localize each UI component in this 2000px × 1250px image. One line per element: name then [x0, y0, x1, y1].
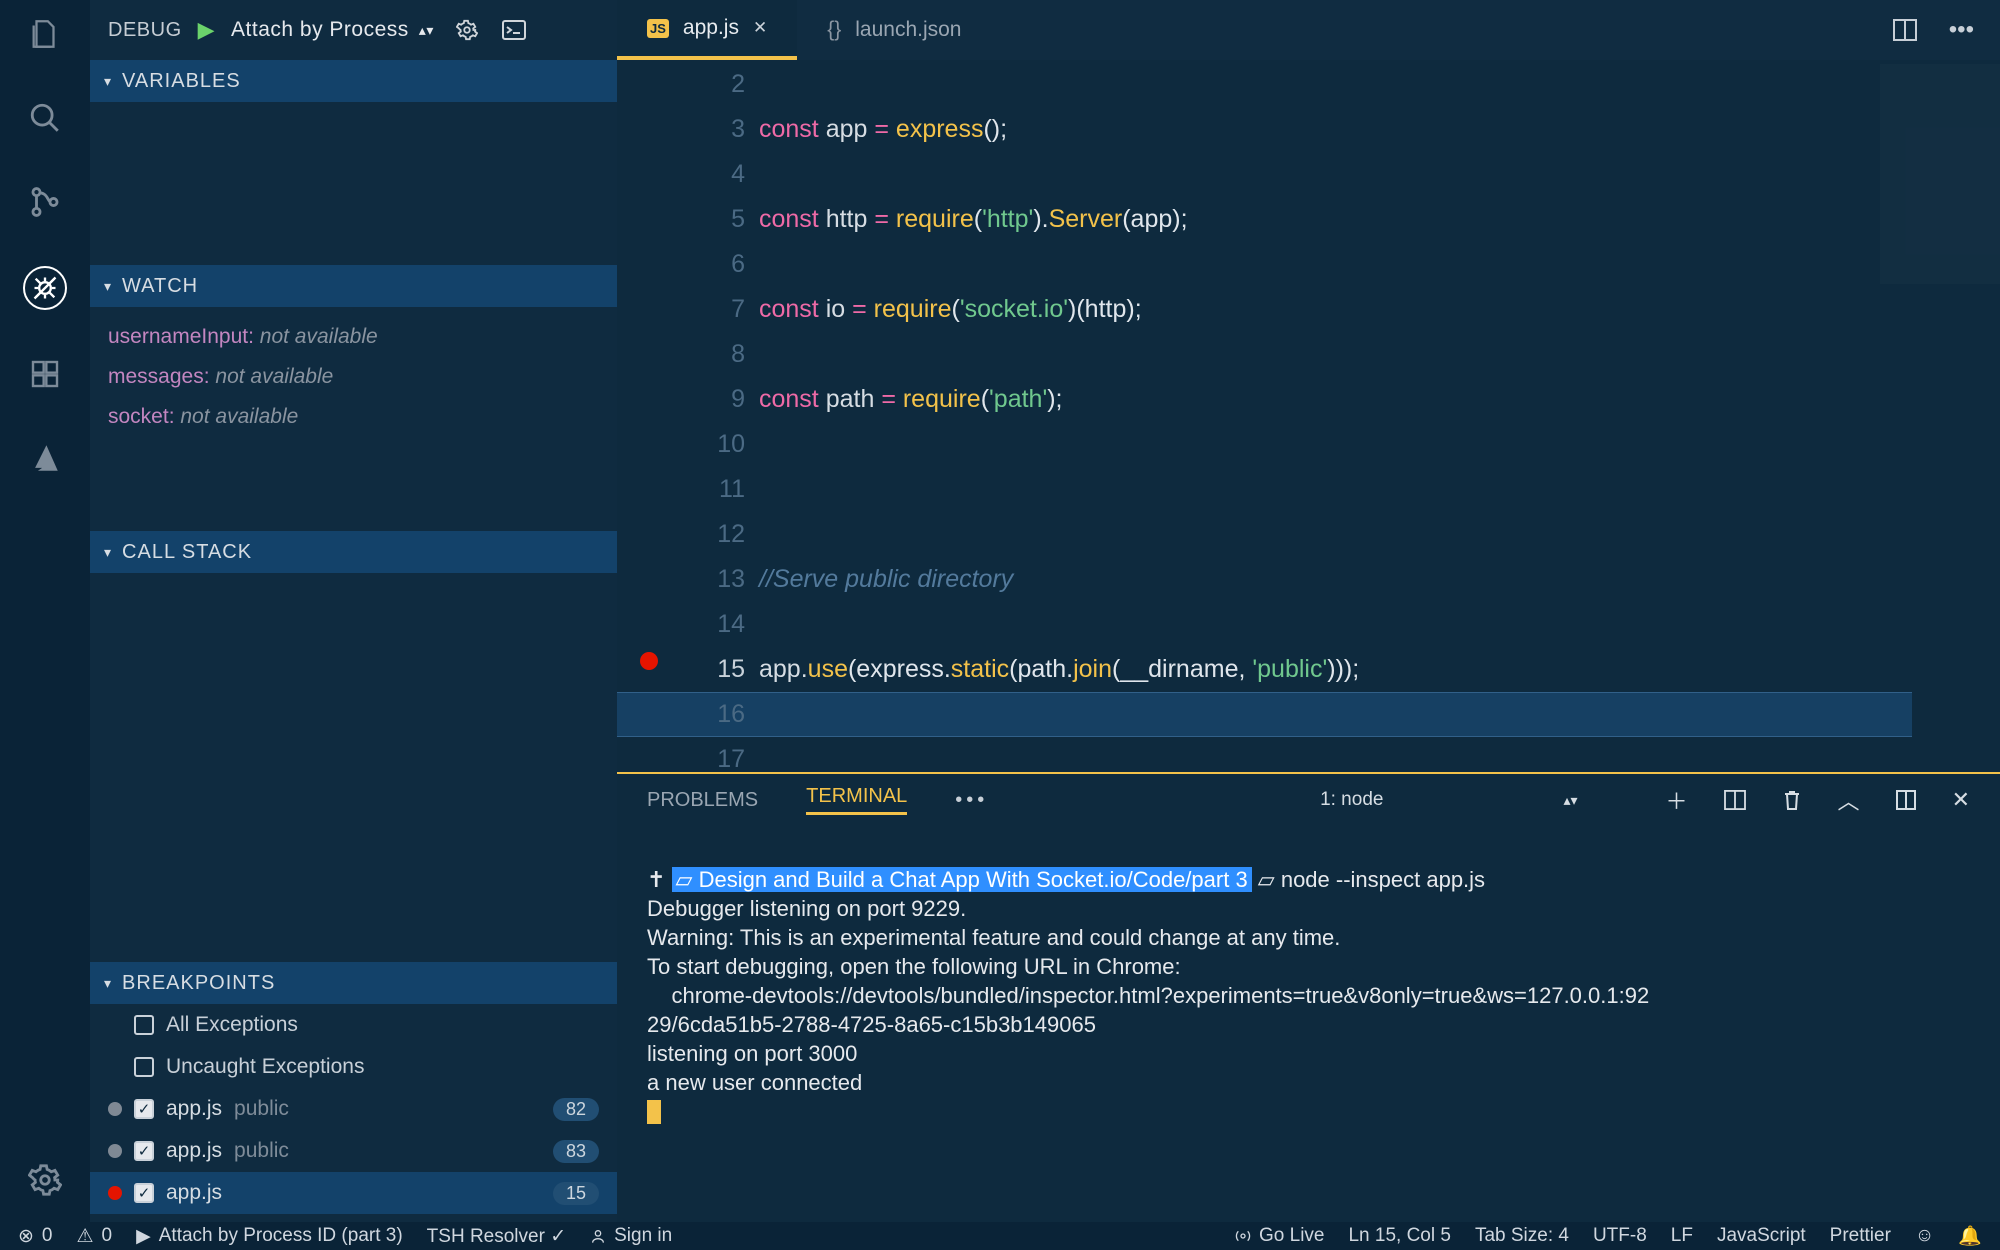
bottom-panel: PROBLEMS TERMINAL ••• 1: node▴▾ ＋ ︿ ✕ ✝ … [617, 772, 2000, 1222]
status-eol[interactable]: LF [1671, 1225, 1693, 1247]
callstack-header[interactable]: ▾CALL STACK [90, 531, 617, 573]
status-cursor-pos[interactable]: Ln 15, Col 5 [1348, 1225, 1450, 1247]
status-language[interactable]: JavaScript [1717, 1225, 1806, 1247]
glyph-margin [617, 60, 681, 772]
panel-maximize-icon[interactable] [1896, 790, 1916, 810]
status-signin[interactable]: Sign in [590, 1225, 672, 1247]
status-debug-target[interactable]: ▶ Attach by Process ID (part 3) [136, 1225, 403, 1248]
debug-header: DEBUG ▶ Attach by Process ▴▾ [90, 0, 617, 60]
status-errors[interactable]: ⊗ 0 [18, 1225, 53, 1248]
split-editor-icon[interactable] [1893, 19, 1917, 41]
explorer-icon[interactable] [25, 14, 65, 54]
js-icon: JS [647, 19, 669, 38]
bp-item[interactable]: ✓app.jspublic83 [90, 1130, 617, 1172]
variables-header[interactable]: ▾VARIABLES [90, 60, 617, 102]
terminal-split-icon[interactable] [1724, 790, 1746, 810]
editor-area: JS app.js ✕ {} launch.json ••• [617, 0, 2000, 1222]
status-prettier[interactable]: Prettier [1830, 1225, 1891, 1247]
bp-item[interactable]: ✓app.jspublic82 [90, 1088, 617, 1130]
checkbox[interactable]: ✓ [134, 1099, 154, 1119]
status-bar: ⊗ 0 ⚠ 0 ▶ Attach by Process ID (part 3) … [0, 1222, 2000, 1250]
status-tsh[interactable]: TSH Resolver ✓ [427, 1225, 566, 1248]
panel-overflow-icon[interactable]: ••• [955, 789, 988, 812]
run-icon[interactable]: ▶ [198, 17, 215, 43]
minimap[interactable] [1880, 64, 2000, 284]
watch-item[interactable]: messages: not available [108, 357, 599, 397]
code-content[interactable]: const app = express(); const http = requ… [759, 60, 2000, 772]
bp-dot-icon [108, 1102, 122, 1116]
status-bell-icon[interactable]: 🔔 [1958, 1224, 1982, 1248]
breakpoint-glyph[interactable] [640, 652, 658, 670]
code-editor[interactable]: 2345 6789 10111213 14151617 const app = … [617, 60, 2000, 772]
panel-close-icon[interactable]: ✕ [1952, 787, 1970, 813]
watch-header[interactable]: ▾WATCH [90, 265, 617, 307]
activity-bar [0, 0, 90, 1222]
panel-chevron-up-icon[interactable]: ︿ [1838, 784, 1860, 816]
panel-tabs: PROBLEMS TERMINAL ••• 1: node▴▾ ＋ ︿ ✕ [617, 774, 2000, 826]
search-icon[interactable] [25, 98, 65, 138]
status-tabsize[interactable]: Tab Size: 4 [1475, 1225, 1569, 1247]
bp-item[interactable]: ✓app.js15 [90, 1172, 617, 1214]
tab-app-js[interactable]: JS app.js ✕ [617, 0, 797, 60]
breakpoints-header[interactable]: ▾BREAKPOINTS [90, 962, 617, 1004]
tab-bar: JS app.js ✕ {} launch.json ••• [617, 0, 2000, 60]
line-numbers: 2345 6789 10111213 14151617 [681, 60, 759, 772]
azure-icon[interactable] [25, 438, 65, 478]
checkbox[interactable]: ✓ [134, 1141, 154, 1161]
debug-sidebar: DEBUG ▶ Attach by Process ▴▾ ▾VARIABLES … [90, 0, 617, 1222]
panel-tab-terminal[interactable]: TERMINAL [806, 785, 907, 815]
checkbox[interactable] [134, 1057, 154, 1077]
status-warnings[interactable]: ⚠ 0 [77, 1225, 113, 1248]
settings-gear-icon[interactable] [25, 1160, 65, 1200]
tab-launch-json[interactable]: {} launch.json [797, 0, 991, 60]
bp-dot-icon [108, 1186, 122, 1200]
terminal-select[interactable]: 1: node▴▾ [1320, 789, 1577, 811]
extensions-icon[interactable] [25, 354, 65, 394]
debug-icon[interactable] [23, 266, 67, 310]
source-control-icon[interactable] [25, 182, 65, 222]
watch-item[interactable]: usernameInput: not available [108, 317, 599, 357]
status-encoding[interactable]: UTF-8 [1593, 1225, 1647, 1247]
watch-item[interactable]: socket: not available [108, 397, 599, 437]
close-icon[interactable]: ✕ [753, 18, 767, 38]
watch-body: usernameInput: not available messages: n… [90, 307, 617, 451]
debug-config-select[interactable]: Attach by Process ▴▾ [231, 18, 434, 42]
gear-icon[interactable] [456, 19, 478, 41]
more-icon[interactable]: ••• [1949, 16, 1974, 44]
debug-label: DEBUG [108, 19, 182, 42]
status-feedback-icon[interactable]: ☺ [1915, 1225, 1934, 1247]
panel-tab-problems[interactable]: PROBLEMS [647, 789, 758, 812]
status-golive[interactable]: Go Live [1235, 1225, 1324, 1247]
checkbox[interactable]: ✓ [134, 1183, 154, 1203]
bp-uncaught-exceptions[interactable]: Uncaught Exceptions [90, 1046, 617, 1088]
terminal-output[interactable]: ✝ ▱ Design and Build a Chat App With Soc… [617, 826, 2000, 1222]
bp-dot-icon [108, 1144, 122, 1158]
json-icon: {} [827, 18, 841, 42]
terminal-add-icon[interactable]: ＋ [1666, 784, 1688, 816]
terminal-trash-icon[interactable] [1782, 789, 1802, 811]
checkbox[interactable] [134, 1015, 154, 1035]
bp-all-exceptions[interactable]: All Exceptions [90, 1004, 617, 1046]
terminal-cursor [647, 1100, 661, 1124]
debug-console-icon[interactable] [502, 20, 526, 40]
